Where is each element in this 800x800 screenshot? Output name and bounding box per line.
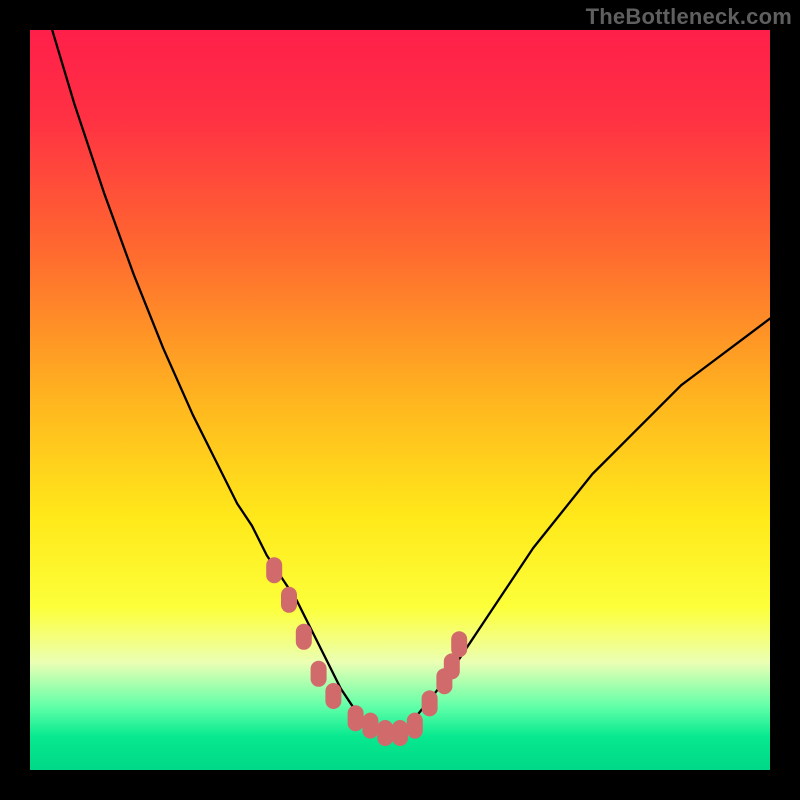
marker-dot: [444, 653, 460, 679]
marker-dot: [296, 624, 312, 650]
marker-dot: [407, 713, 423, 739]
marker-dot: [281, 587, 297, 613]
watermark-text: TheBottleneck.com: [586, 4, 792, 30]
marker-dot: [325, 683, 341, 709]
marker-dot: [348, 705, 364, 731]
marker-dot: [266, 557, 282, 583]
marker-dot: [311, 661, 327, 687]
marker-dot: [422, 690, 438, 716]
gradient-rect: [30, 30, 770, 770]
chart-frame: TheBottleneck.com: [0, 0, 800, 800]
plot-area: [30, 30, 770, 770]
marker-dot: [392, 720, 408, 746]
marker-dot: [451, 631, 467, 657]
chart-svg: [30, 30, 770, 770]
marker-dot: [362, 713, 378, 739]
marker-dot: [377, 720, 393, 746]
